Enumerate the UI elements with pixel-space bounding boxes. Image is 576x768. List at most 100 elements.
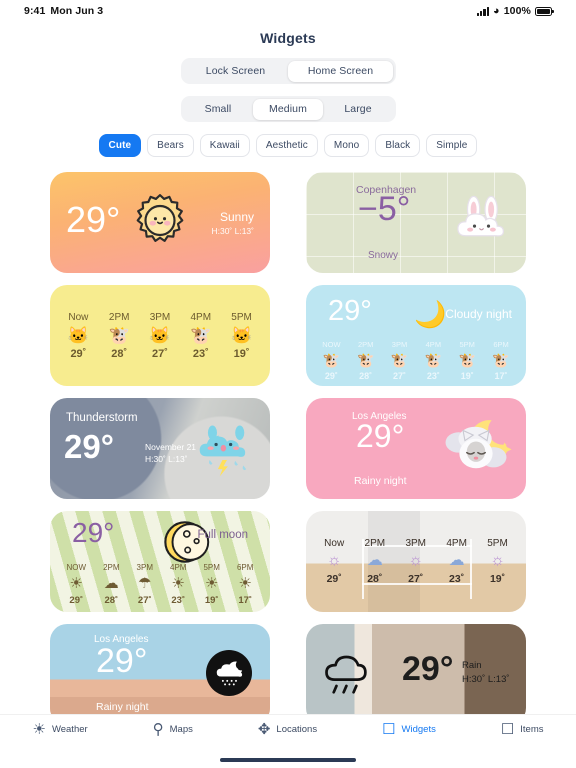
cow-cloud-moon-icon: 🐮 bbox=[356, 351, 375, 368]
tab-maps[interactable]: ⚲ Maps bbox=[153, 722, 193, 737]
hour-time: 3PM bbox=[149, 311, 171, 323]
chip-mono[interactable]: Mono bbox=[323, 134, 370, 157]
cloud-moon-snow-badge-icon bbox=[206, 650, 252, 696]
widget-condition: Snowy bbox=[368, 250, 399, 261]
tab-label: Locations bbox=[276, 724, 318, 735]
widget-high-low: H:30˚ L:13˚ bbox=[211, 226, 254, 236]
battery-percent: 100% bbox=[503, 5, 531, 17]
sun-icon: ☀ bbox=[171, 574, 185, 592]
widget-temp: 29° bbox=[66, 199, 121, 240]
widget-temp: 29° bbox=[96, 642, 148, 680]
hour-time: 5PM bbox=[203, 562, 220, 572]
items-phone-icon: ☐ bbox=[500, 721, 515, 738]
hour-item: NOW ☀ 29˚ bbox=[67, 563, 87, 606]
widget-card-full-moon-green[interactable]: 29° Full moon NOW ☀ 29˚ 2PM ☁ 28˚ 3PM ☂ … bbox=[50, 511, 270, 612]
hour-time: 5PM bbox=[231, 311, 252, 323]
tab-label: Items bbox=[520, 724, 544, 735]
bunny-cloud-icon bbox=[450, 190, 520, 255]
hour-item: 5PM ☀ 19˚ bbox=[203, 563, 219, 606]
hour-time: 5PM bbox=[487, 538, 508, 549]
widget-temp: 29° bbox=[328, 295, 372, 327]
size-segment-wrap: Small Medium Large bbox=[0, 96, 576, 122]
widget-high-low: H:30˚ L:13˚ bbox=[462, 674, 510, 685]
chip-simple[interactable]: Simple bbox=[426, 134, 478, 157]
cow-cloud-moon-icon: 🐮 bbox=[390, 351, 409, 368]
widget-condition: Thunderstorm bbox=[66, 412, 138, 424]
hour-item: 4PM 🐮 23˚ bbox=[425, 340, 442, 381]
widget-card-cat-window-rain-photo[interactable]: 29° Rain H:30˚ L:13˚ bbox=[306, 624, 526, 725]
widget-card-hourly-yellow[interactable]: Now 🐱 29˚ 2PM 🐮 28˚ 3PM 🐱 27˚ 4PM 🐮 23˚ … bbox=[50, 285, 270, 386]
chip-cute[interactable]: Cute bbox=[98, 134, 142, 157]
tab-items[interactable]: ☐ Items bbox=[501, 722, 544, 737]
widget-card-los-angeles-pink[interactable]: Los Angeles 29° Rainy night bbox=[306, 398, 526, 499]
hour-temp: 23˚ bbox=[192, 347, 209, 360]
hour-temp: 29˚ bbox=[69, 594, 84, 606]
home-indicator bbox=[220, 757, 356, 762]
widget-card-hourly-stairs-photo[interactable]: Now ☼ 29˚ 2PM ☁ 28˚ 3PM ☼ 27˚ 4PM ☁ 23˚ … bbox=[306, 511, 526, 612]
battery-icon bbox=[535, 6, 554, 16]
widget-card-copenhagen-snowy[interactable]: Copenhagen −5° Snowy bbox=[306, 172, 526, 273]
hour-time: 2PM bbox=[364, 538, 386, 549]
widget-date: November 21 bbox=[145, 442, 197, 452]
cat-sunglasses-icon: 🐱 bbox=[149, 325, 171, 345]
hour-time: 5PM bbox=[459, 339, 475, 349]
hour-time: NOW bbox=[66, 562, 87, 572]
rain-cloud-outline-icon bbox=[322, 654, 378, 705]
hour-temp: 23˚ bbox=[426, 370, 440, 381]
hour-time: 3PM bbox=[136, 562, 153, 572]
hour-time: 6PM bbox=[236, 562, 254, 572]
sun-outline-icon: ☼ bbox=[408, 552, 424, 569]
chip-kawaii[interactable]: Kawaii bbox=[199, 134, 250, 157]
hour-item: 3PM 🐮 27˚ bbox=[391, 340, 408, 381]
hour-temp: 29˚ bbox=[326, 573, 342, 585]
cat-sunglasses-icon: 🐱 bbox=[231, 325, 253, 345]
widget-card-cloudy-night-blue[interactable]: 29° 🌙 Cloudy night NOW 🐮 29˚ 2PM 🐮 28˚ 3… bbox=[306, 285, 526, 386]
status-bar: 9:41 Mon Jun 3 ◕ 100% bbox=[0, 0, 576, 22]
hour-time: 3PM bbox=[391, 339, 408, 349]
segment-home-screen[interactable]: Home Screen bbox=[288, 60, 393, 82]
chip-aesthetic[interactable]: Aesthetic bbox=[255, 134, 318, 157]
hour-time: 4PM bbox=[425, 339, 442, 349]
hour-time: 3PM bbox=[405, 538, 426, 549]
hour-temp: 23˚ bbox=[449, 573, 465, 585]
hourly-row: NOW 🐮 29˚ 2PM 🐮 28˚ 3PM 🐮 27˚ 4PM 🐮 23˚ … bbox=[306, 336, 526, 384]
hour-time: 2PM bbox=[103, 562, 120, 572]
hour-temp: 29˚ bbox=[70, 347, 87, 360]
widget-card-los-angeles-beach-photo[interactable]: Los Angeles 29° Rainy night bbox=[50, 624, 270, 725]
screen-segment-wrap: Lock Screen Home Screen bbox=[0, 58, 576, 84]
widget-temp: 29° bbox=[64, 428, 114, 465]
chip-black[interactable]: Black bbox=[375, 134, 421, 157]
cow-cloud-icon: 🐮 bbox=[322, 351, 341, 368]
sun-outline-icon: ☼ bbox=[326, 552, 342, 569]
widget-condition: Rainy night bbox=[354, 475, 407, 487]
tab-weather[interactable]: ☀ Weather bbox=[32, 722, 87, 737]
widget-condition: Sunny bbox=[219, 210, 254, 224]
location-pin-icon: ✥ bbox=[257, 721, 271, 738]
size-segmented-control[interactable]: Small Medium Large bbox=[180, 96, 396, 122]
sun-icon: ☀ bbox=[69, 574, 83, 592]
cat-cloud-moon-icon bbox=[440, 414, 512, 490]
hour-item: 2PM 🐮 28˚ bbox=[357, 340, 374, 381]
hour-temp: 19˚ bbox=[489, 573, 506, 585]
hour-temp: 28˚ bbox=[104, 594, 119, 606]
hour-item: 2PM ☁ 28˚ bbox=[103, 563, 119, 606]
hourly-row: Now ☼ 29˚ 2PM ☁ 28˚ 3PM ☼ 27˚ 4PM ☁ 23˚ … bbox=[306, 511, 526, 612]
tab-label: Weather bbox=[51, 724, 88, 735]
segment-large[interactable]: Large bbox=[323, 99, 393, 120]
tab-locations[interactable]: ✥ Locations bbox=[258, 722, 317, 737]
screen-segmented-control[interactable]: Lock Screen Home Screen bbox=[180, 58, 396, 84]
status-date: Mon Jun 3 bbox=[50, 5, 104, 17]
chip-bears[interactable]: Bears bbox=[147, 134, 194, 157]
hour-item: Now 🐱 29˚ bbox=[68, 312, 89, 360]
segment-lock-screen[interactable]: Lock Screen bbox=[183, 61, 288, 82]
status-time: 9:41 bbox=[24, 5, 46, 17]
hour-item: 5PM 🐱 19˚ bbox=[231, 312, 252, 360]
widget-card-thunderstorm-photo[interactable]: Thunderstorm 29° November 21 H:30˚ L:13˚ bbox=[50, 398, 270, 499]
sun-outline-icon: ☼ bbox=[490, 552, 505, 569]
segment-medium[interactable]: Medium bbox=[253, 98, 323, 120]
segment-small[interactable]: Small bbox=[183, 99, 253, 120]
widget-card-sunny-gradient[interactable]: 29° Sunny H:30˚ L:13˚ bbox=[50, 172, 270, 273]
hour-temp: 27˚ bbox=[393, 370, 407, 381]
hour-item: 6PM 🐮 17˚ bbox=[492, 340, 509, 381]
tab-widgets[interactable]: ☐ Widgets bbox=[382, 722, 436, 737]
